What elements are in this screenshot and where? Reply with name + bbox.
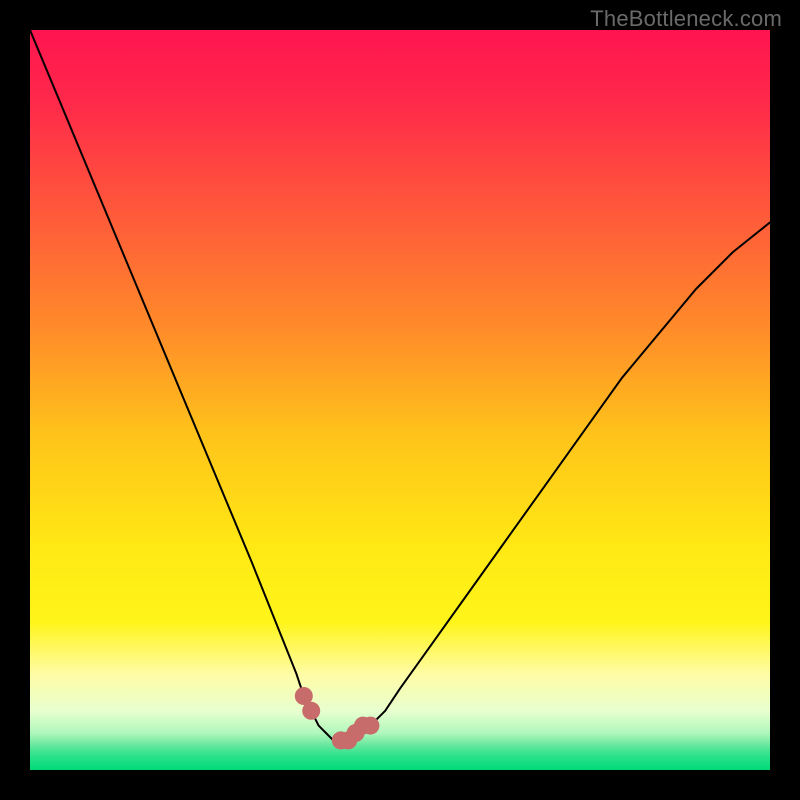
bottleneck-chart [30, 30, 770, 770]
curve-marker [361, 717, 379, 735]
gradient-background [30, 30, 770, 770]
watermark-label: TheBottleneck.com [590, 6, 782, 32]
curve-marker [302, 702, 320, 720]
plot-area [30, 30, 770, 770]
chart-container: TheBottleneck.com [0, 0, 800, 800]
